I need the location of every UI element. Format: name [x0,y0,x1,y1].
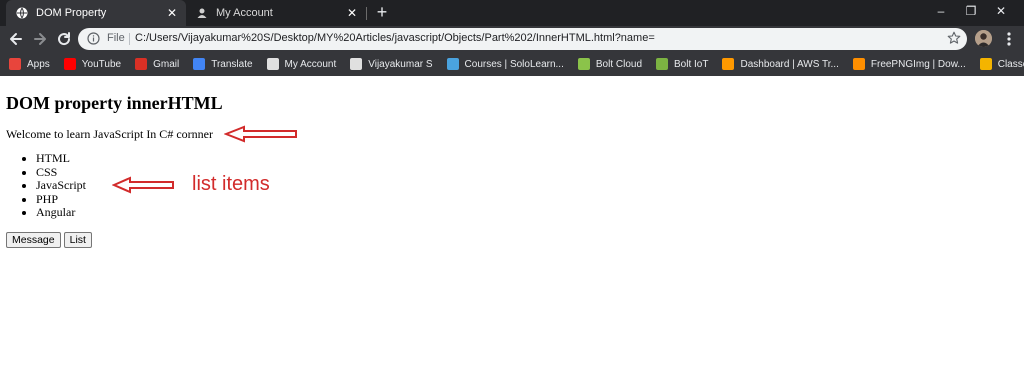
message-paragraph: Welcome to learn JavaScript In C# cornne… [6,127,213,141]
button-group: Message List [6,232,92,248]
profile-avatar[interactable] [975,30,992,47]
bookmark-item[interactable]: Translate [193,58,253,70]
scheme-label: File [107,32,125,44]
bookmark-item[interactable]: Bolt IoT [656,58,708,70]
bookmarks-bar: Apps YouTube Gmail Translate My Account Vijay… [0,52,1024,76]
bookmark-item[interactable]: Apps [9,58,50,70]
account-icon [350,58,363,70]
new-tab-button[interactable]: + [372,2,392,22]
close-tab-icon[interactable]: ✕ [344,6,360,20]
bookmark-label: Translate [211,58,253,70]
bookmark-item[interactable]: Vijayakumar S [350,58,433,70]
account-icon [197,8,207,18]
bookmark-label: Classes [997,58,1024,70]
bookmark-item[interactable]: Bolt Cloud [577,58,643,70]
freepng-icon [852,58,865,70]
page-heading: DOM property innerHTML [6,93,223,113]
bookmark-item[interactable]: Gmail [135,58,179,70]
bookmark-label: FreePNGImg | Dow... [870,58,966,70]
bookmark-label: My Account [284,58,337,70]
bookmark-item[interactable]: FreePNGImg | Dow... [852,58,966,70]
avatar-icon [975,30,992,47]
bookmark-label: Bolt IoT [674,58,709,70]
bookmark-star-icon[interactable] [947,31,961,45]
sololearn-icon [446,58,459,70]
bookmark-item[interactable]: YouTube [63,58,122,70]
apps-grid-icon [9,58,21,70]
aws-icon [722,58,735,70]
bookmark-item[interactable]: My Account [266,58,337,70]
left-arrow-annotation-icon [224,125,297,143]
bookmark-item[interactable]: Classes [979,58,1024,70]
gmail-icon [135,58,148,70]
tab-my-account[interactable]: My Account ✕ [186,0,366,26]
address-bar[interactable]: File C:/Users/Vijayakumar%20S/Desktop/MY… [78,28,967,50]
tab-dom-property[interactable]: DOM Property ✕ [6,0,186,26]
address-divider [129,33,130,45]
bolt-iot-icon [656,58,669,70]
youtube-icon [63,58,76,70]
list-item: Angular [36,206,86,220]
list-item: JavaScript [36,179,86,193]
forward-arrow-icon[interactable] [30,29,50,49]
back-arrow-icon[interactable] [6,29,26,49]
close-window-button[interactable]: ✕ [978,0,1024,24]
reload-icon[interactable] [54,29,74,49]
left-arrow-annotation-icon [112,176,174,194]
bookmark-label: Gmail [153,58,180,70]
tab-strip: DOM Property ✕ My Account ✕ + – ❐ ✕ [0,0,1024,26]
bolt-cloud-icon [577,58,590,70]
tab-title: My Account [216,7,273,19]
translate-icon [193,58,206,70]
tab-title: DOM Property [36,7,107,19]
url-text[interactable]: C:/Users/Vijayakumar%20S/Desktop/MY%20Ar… [135,32,655,44]
tab-divider [366,7,367,20]
bookmark-item[interactable]: Courses | SoloLearn... [446,58,564,70]
bookmark-label: Dashboard | AWS Tr... [740,58,839,70]
classroom-icon [979,58,992,70]
bookmark-item[interactable]: Dashboard | AWS Tr... [722,58,839,70]
bookmark-label: Vijayakumar S [368,58,433,70]
page-content: DOM property innerHTML Welcome to learn … [0,76,1024,370]
bookmark-label: Apps [27,58,50,70]
globe-icon [16,7,28,19]
account-icon [266,58,279,70]
close-tab-icon[interactable]: ✕ [164,6,180,20]
list-item: PHP [36,192,86,207]
bookmark-label: Bolt Cloud [595,58,643,70]
item-list: HTML CSS JavaScript PHP Angular [36,151,86,220]
info-icon[interactable] [87,32,100,45]
list-item: HTML [36,151,86,166]
list-item: CSS [36,165,86,180]
bookmark-label: Courses | SoloLearn... [464,58,564,70]
more-menu-icon[interactable] [1002,29,1016,49]
message-button[interactable]: Message [6,232,61,248]
bookmark-label: YouTube [81,58,122,70]
annotation-label: list items [192,173,270,195]
list-button[interactable]: List [63,232,92,248]
